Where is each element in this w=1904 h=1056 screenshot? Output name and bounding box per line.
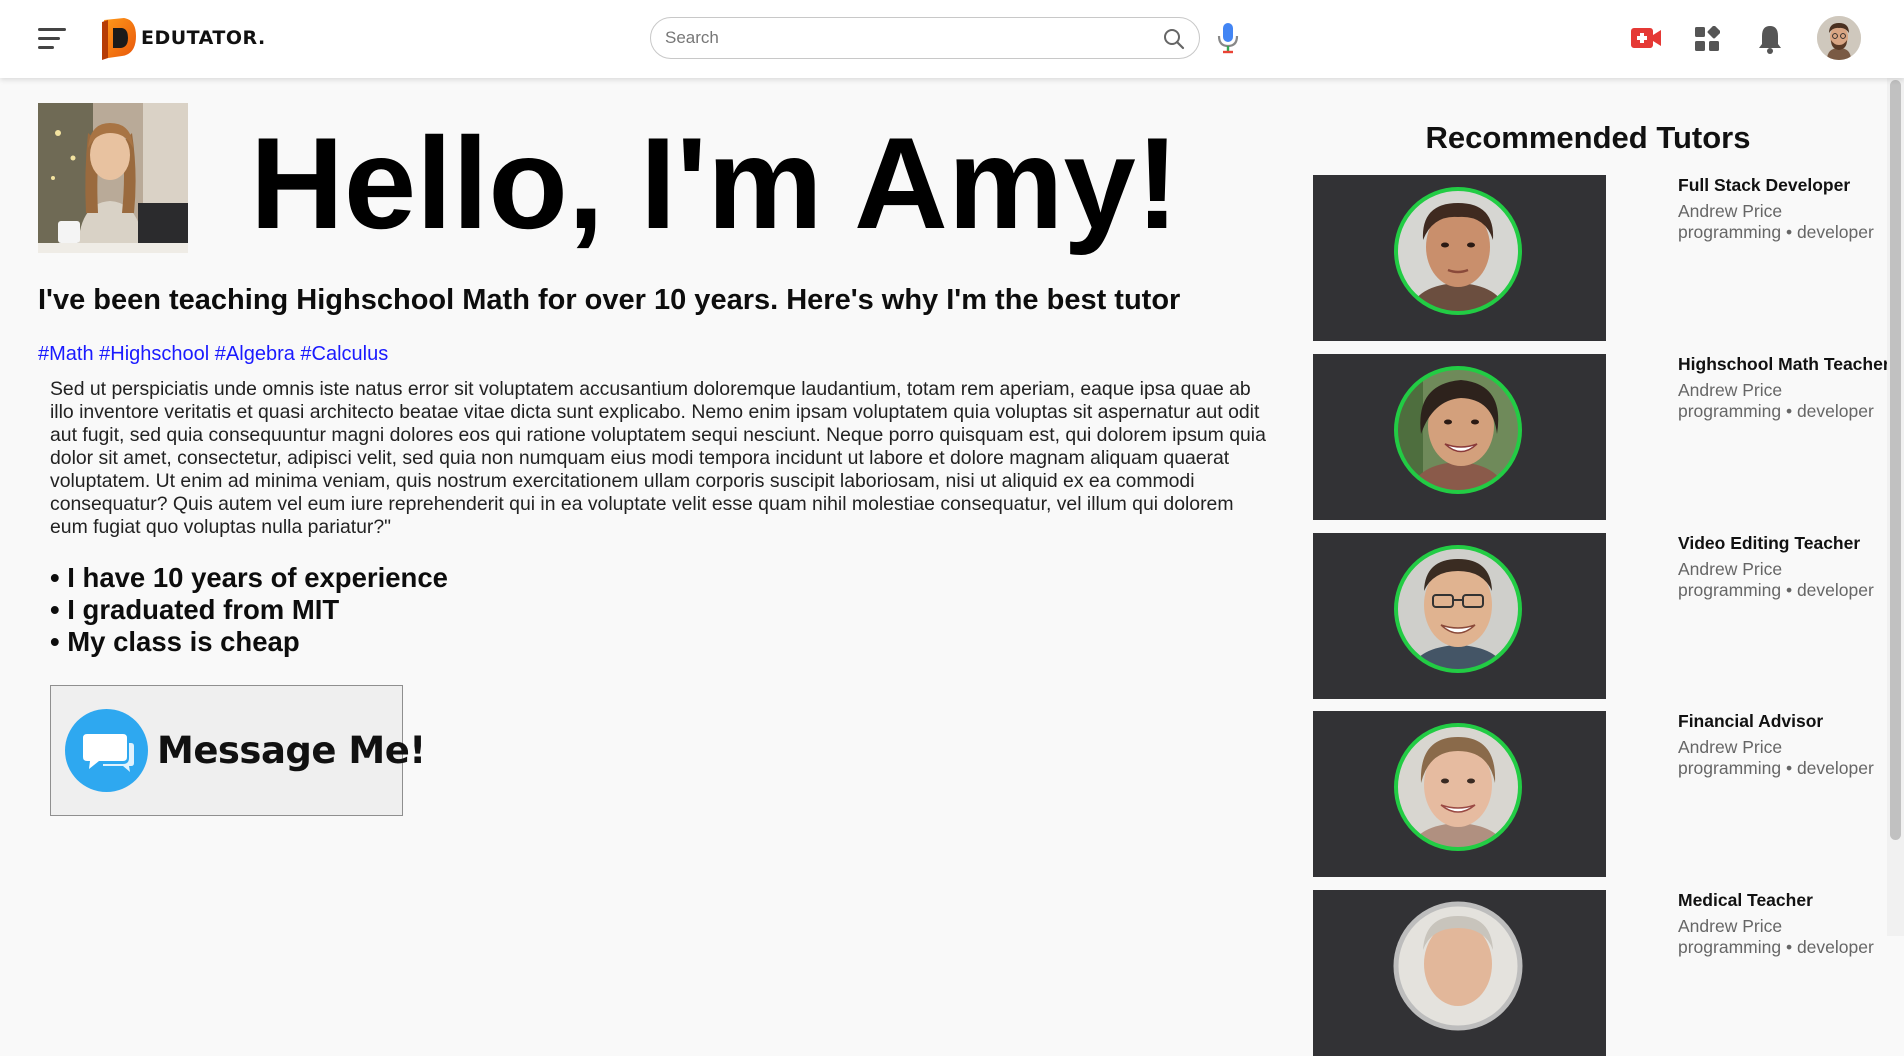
apps-icon[interactable] [1694,26,1720,52]
tutor-info: Video Editing Teacher Andrew Price progr… [1678,533,1893,601]
scrollbar-thumb[interactable] [1890,80,1901,840]
tag-link-highschool[interactable]: #Highschool [99,343,209,365]
tutor-role[interactable]: Video Editing Teacher [1678,533,1893,554]
tutor-avatar-icon [1394,366,1522,494]
highlight-item: • I graduated from MIT [50,594,340,625]
tutor-author: Andrew Price [1678,916,1783,936]
tutor-avatar-icon [1393,901,1523,1031]
tag-list: #Math #Highschool #Algebra #Calculus [38,342,388,366]
tutor-card[interactable]: Video Editing Teacher Andrew Price progr… [1313,533,1893,699]
tutor-role[interactable]: Financial Advisor [1678,711,1893,732]
tag-link-math[interactable]: #Math [38,343,94,365]
top-navigation-bar: EDUTATOR. [0,0,1904,78]
tutor-card[interactable]: Financial Advisor Andrew Price programmi… [1313,711,1893,877]
tutor-card[interactable]: Full Stack Developer Andrew Price progra… [1313,175,1893,341]
profile-subtitle: I've been teaching Highschool Math for o… [38,284,1181,316]
search-box [650,17,1200,59]
tutor-avatar-icon [1394,187,1522,315]
message-button-label: Message Me! [157,729,426,772]
tutor-info: Full Stack Developer Andrew Price progra… [1678,175,1893,243]
bell-icon[interactable] [1757,24,1783,54]
tutor-categories: programming • developer [1678,580,1874,600]
tutor-info: Medical Teacher Andrew Price programming… [1678,890,1893,958]
highlight-item: • I have 10 years of experience [50,562,448,593]
user-avatar[interactable] [1817,16,1861,60]
tutor-categories: programming • developer [1678,937,1874,957]
logo-mark-icon [102,18,136,60]
search-icon[interactable] [1163,28,1185,50]
tutor-categories: programming • developer [1678,758,1874,778]
menu-icon[interactable] [38,27,66,51]
logo-text: EDUTATOR. [141,27,266,49]
highlights-list: • I have 10 years of experience • I grad… [50,562,448,658]
profile-bio: Sed ut perspiciatis unde omnis iste natu… [50,378,1266,538]
tutor-profile-photo [38,103,188,253]
tag-link-algebra[interactable]: #Algebra [215,343,295,365]
tag-link-calculus[interactable]: #Calculus [300,343,388,365]
tutor-author: Andrew Price [1678,737,1783,757]
tutor-thumbnail[interactable] [1313,890,1606,1056]
tutor-avatar-icon [1394,723,1522,851]
tutor-author: Andrew Price [1678,559,1783,579]
avatar-portrait-icon [1817,16,1861,60]
page-scrollbar[interactable] [1887,0,1904,936]
tutor-categories: programming • developer [1678,401,1874,421]
tutor-thumbnail[interactable] [1313,354,1606,520]
tutor-thumbnail[interactable] [1313,711,1606,877]
edutator-logo[interactable]: EDUTATOR. [100,13,266,63]
tutor-card[interactable]: Highschool Math Teacher Andrew Price pro… [1313,354,1893,520]
tutor-role[interactable]: Highschool Math Teacher [1678,354,1893,375]
tutor-author: Andrew Price [1678,201,1783,221]
recommended-tutors-heading: Recommended Tutors [1425,120,1751,155]
tutor-role[interactable]: Medical Teacher [1678,890,1893,911]
microphone-icon[interactable] [1217,22,1239,54]
tutor-info: Financial Advisor Andrew Price programmi… [1678,711,1893,779]
tutor-author: Andrew Price [1678,380,1783,400]
search-input[interactable] [665,18,1145,58]
highlight-item: • My class is cheap [50,626,300,657]
message-me-button[interactable]: Message Me! [50,685,426,816]
tutor-categories: programming • developer [1678,222,1874,242]
tutor-card[interactable]: Medical Teacher Andrew Price programming… [1313,890,1893,1056]
chat-bubble-icon [65,709,148,792]
profile-photo-icon [38,103,188,253]
tutor-role[interactable]: Full Stack Developer [1678,175,1893,196]
tutor-info: Highschool Math Teacher Andrew Price pro… [1678,354,1893,422]
tutor-thumbnail[interactable] [1313,533,1606,699]
profile-greeting-heading: Hello, I'm Amy! [250,110,1180,256]
tutor-thumbnail[interactable] [1313,175,1606,341]
video-camera-icon[interactable] [1630,25,1662,51]
tutor-avatar-icon [1394,545,1522,673]
